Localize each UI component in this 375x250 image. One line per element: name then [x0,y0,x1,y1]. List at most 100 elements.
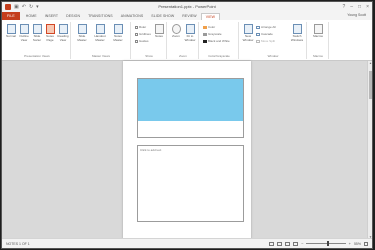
scroll-up-icon[interactable]: ▲ [368,61,372,65]
group-label-presentation-views: Presentation Views [24,54,50,58]
group-label-macros: Macros [313,54,323,58]
powerpoint-app-icon[interactable] [5,4,11,10]
group-zoom: Zoom Fit to Window Zoom [168,22,199,59]
tab-animations[interactable]: ANIMATIONS [117,13,148,20]
slide-background [138,79,243,121]
group-macros: Macros Macros [308,22,329,59]
help-icon[interactable]: ? [342,4,345,10]
macros-icon [313,24,323,34]
tab-view[interactable]: VIEW [200,13,221,20]
redo-icon[interactable]: ↻ [29,2,33,12]
user-account[interactable]: Young Scott [347,13,366,17]
group-window: New Window Arrange All Cascade Move Spli… [240,22,307,59]
normal-view-button[interactable]: Normal [5,24,17,39]
tab-review[interactable]: REVIEW [178,13,200,20]
maximize-button[interactable]: □ [358,4,361,10]
notes-master-button[interactable]: Notes Master [110,24,126,42]
tab-home[interactable]: HOME [22,13,41,20]
move-split-icon [256,39,260,43]
notes-master-icon [113,24,123,34]
group-show: Ruler Gridlines Guides Notes Show [132,22,167,59]
group-label-master-views: Master Views [92,54,110,58]
notes-page-workspace: Click to add text [2,61,372,239]
outline-view-icon [19,24,29,34]
status-bar-controls: − + 55% [266,239,368,248]
arrange-all-icon [256,25,260,29]
guides-checkbox[interactable]: Guides [135,39,149,43]
slide-thumbnail[interactable] [137,78,244,138]
zoom-out-icon[interactable]: − [301,241,303,246]
zoom-slider-thumb[interactable] [326,241,329,246]
slide-show-status-icon[interactable] [293,241,299,246]
slide-master-icon [77,24,87,34]
scroll-thumb[interactable] [369,71,372,99]
group-label-color-grayscale: Color/Grayscale [208,54,230,58]
handout-master-icon [95,24,105,34]
new-window-icon [243,24,253,34]
vertical-scrollbar[interactable]: ▲ ▼ [367,61,372,239]
group-label-zoom: Zoom [179,54,187,58]
tab-transitions[interactable]: TRANSITIONS [84,13,117,20]
tab-slide-show[interactable]: SLIDE SHOW [147,13,178,20]
slide-sorter-icon [32,24,42,34]
zoom-in-icon[interactable]: + [349,241,351,246]
slide-sorter-button[interactable]: Slide Sorter [31,24,43,42]
gridlines-checkbox[interactable]: Gridlines [135,32,151,36]
notes-icon [154,24,164,34]
reading-view-icon [58,24,68,34]
cascade-button[interactable]: Cascade [256,32,273,36]
switch-windows-icon [292,24,302,34]
group-master-views: Slide Master Handout Master Notes Master… [72,22,131,59]
fit-slide-icon[interactable] [364,241,368,246]
notes-page: Click to add text [123,61,251,239]
switch-windows-button[interactable]: Switch Windows [290,24,304,42]
color-swatch-icon [203,25,207,29]
cascade-icon [256,32,260,36]
macros-button[interactable]: Macros [312,24,324,39]
guides-check-icon [135,39,138,43]
reading-view-button[interactable]: Reading View [57,24,69,42]
window-controls: ? – □ × [337,2,369,12]
notes-placeholder[interactable]: Click to add text [137,145,244,222]
zoom-level[interactable]: 55% [354,242,361,246]
reading-view-status-icon[interactable] [285,241,291,246]
save-icon[interactable]: ▣ [14,2,19,12]
move-split-button[interactable]: Move Split [256,39,275,43]
new-window-button[interactable]: New Window [242,24,254,42]
notes-placeholder-text: Click to add text [140,148,162,152]
arrange-all-button[interactable]: Arrange All [256,25,276,29]
ruler-check-icon [135,25,138,29]
notes-page-button[interactable]: Notes Page [44,24,56,42]
group-color-grayscale: Color Grayscale Black and White Color/Gr… [200,22,239,59]
undo-icon[interactable]: ↶ [22,2,26,12]
notes-page-icon [45,24,55,34]
tab-insert[interactable]: INSERT [41,13,62,20]
ribbon-tabs: FILE HOME INSERT DESIGN TRANSITIONS ANIM… [2,12,372,20]
page-indicator: NOTES 1 OF 1 [6,241,30,246]
magnifier-icon [171,24,181,34]
black-and-white-button[interactable]: Black and White [203,39,230,43]
grayscale-swatch-icon [203,32,207,36]
slide-sorter-status-icon[interactable] [277,241,283,246]
tab-file[interactable]: FILE [2,12,20,20]
normal-view-status-icon[interactable] [269,241,275,246]
group-presentation-views: Normal Outline View Slide Sorter Notes P… [4,22,71,59]
fit-to-window-button[interactable]: Fit to Window [184,24,196,42]
grayscale-button[interactable]: Grayscale [203,32,222,36]
close-button[interactable]: × [366,4,369,10]
handout-master-button[interactable]: Handout Master [92,24,108,42]
color-button[interactable]: Color [203,25,215,29]
zoom-button[interactable]: Zoom [170,24,182,39]
fit-to-window-icon [185,24,195,34]
black-white-swatch-icon [203,39,207,43]
customize-qat-icon[interactable]: ▾ [36,2,39,12]
ruler-checkbox[interactable]: Ruler [135,25,146,29]
group-label-show: Show [145,54,153,58]
outline-view-button[interactable]: Outline View [18,24,30,42]
slide-master-button[interactable]: Slide Master [74,24,90,42]
minimize-button[interactable]: – [350,4,353,10]
notes-toggle-button[interactable]: Notes [153,24,165,39]
tab-design[interactable]: DESIGN [62,13,84,20]
zoom-slider[interactable] [305,241,346,246]
group-label-window: Window [267,54,279,58]
